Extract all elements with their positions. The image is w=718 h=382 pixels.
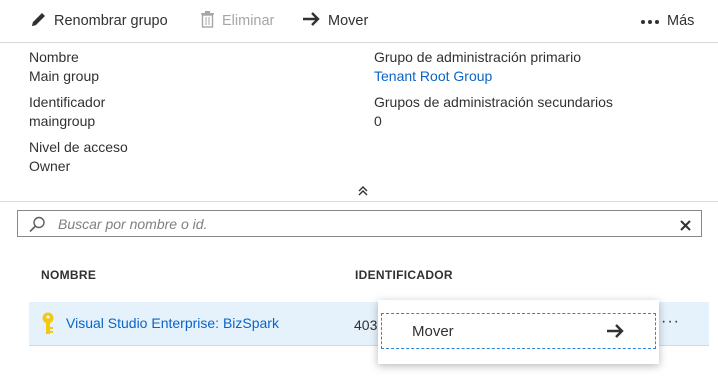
toolbar-divider: [0, 42, 718, 43]
pencil-icon: [30, 11, 54, 32]
search-box: [17, 210, 702, 237]
child-groups-value: 0: [374, 113, 382, 129]
id-label: Identificador: [29, 94, 106, 110]
delete-button[interactable]: Eliminar: [200, 10, 275, 32]
key-icon: [40, 312, 56, 339]
ellipsis-icon: [640, 13, 667, 29]
access-level-label: Nivel de acceso: [29, 139, 128, 155]
context-menu-move-label: Mover: [412, 323, 454, 340]
rename-group-button[interactable]: Renombrar grupo: [30, 11, 168, 31]
arrow-right-icon: [606, 323, 625, 342]
trash-icon: [200, 10, 222, 32]
arrow-right-icon: [302, 11, 328, 31]
search-input[interactable]: [58, 211, 658, 236]
command-bar: Renombrar grupo Eliminar Mover Más: [0, 0, 718, 42]
move-button[interactable]: Mover: [302, 11, 368, 31]
collapse-essentials-button[interactable]: [356, 184, 370, 198]
essentials-divider: [0, 201, 718, 202]
row-ellipsis-icon[interactable]: ···: [661, 313, 680, 331]
subscription-name-link[interactable]: Visual Studio Enterprise: BizSpark: [66, 315, 279, 331]
id-value: maingroup: [29, 113, 96, 129]
more-label: Más: [667, 13, 695, 29]
rename-group-label: Renombrar grupo: [54, 13, 168, 29]
context-menu: Mover: [378, 300, 659, 364]
context-menu-item-move[interactable]: Mover: [381, 313, 656, 349]
parent-group-label: Grupo de administración primario: [374, 49, 581, 65]
move-label: Mover: [328, 13, 369, 29]
child-groups-label: Grupos de administración secundarios: [374, 94, 613, 110]
column-header-id[interactable]: IDENTIFICADOR: [355, 268, 453, 282]
search-icon: [28, 216, 46, 235]
column-header-name[interactable]: NOMBRE: [41, 268, 96, 282]
parent-group-link[interactable]: Tenant Root Group: [374, 67, 492, 85]
name-label: Nombre: [29, 49, 79, 65]
delete-label: Eliminar: [222, 13, 275, 29]
close-icon[interactable]: [680, 218, 691, 234]
access-level-value: Owner: [29, 158, 71, 174]
more-button[interactable]: Más: [640, 11, 694, 31]
name-value: Main group: [29, 68, 100, 84]
chevron-double-up-icon: [356, 185, 370, 201]
